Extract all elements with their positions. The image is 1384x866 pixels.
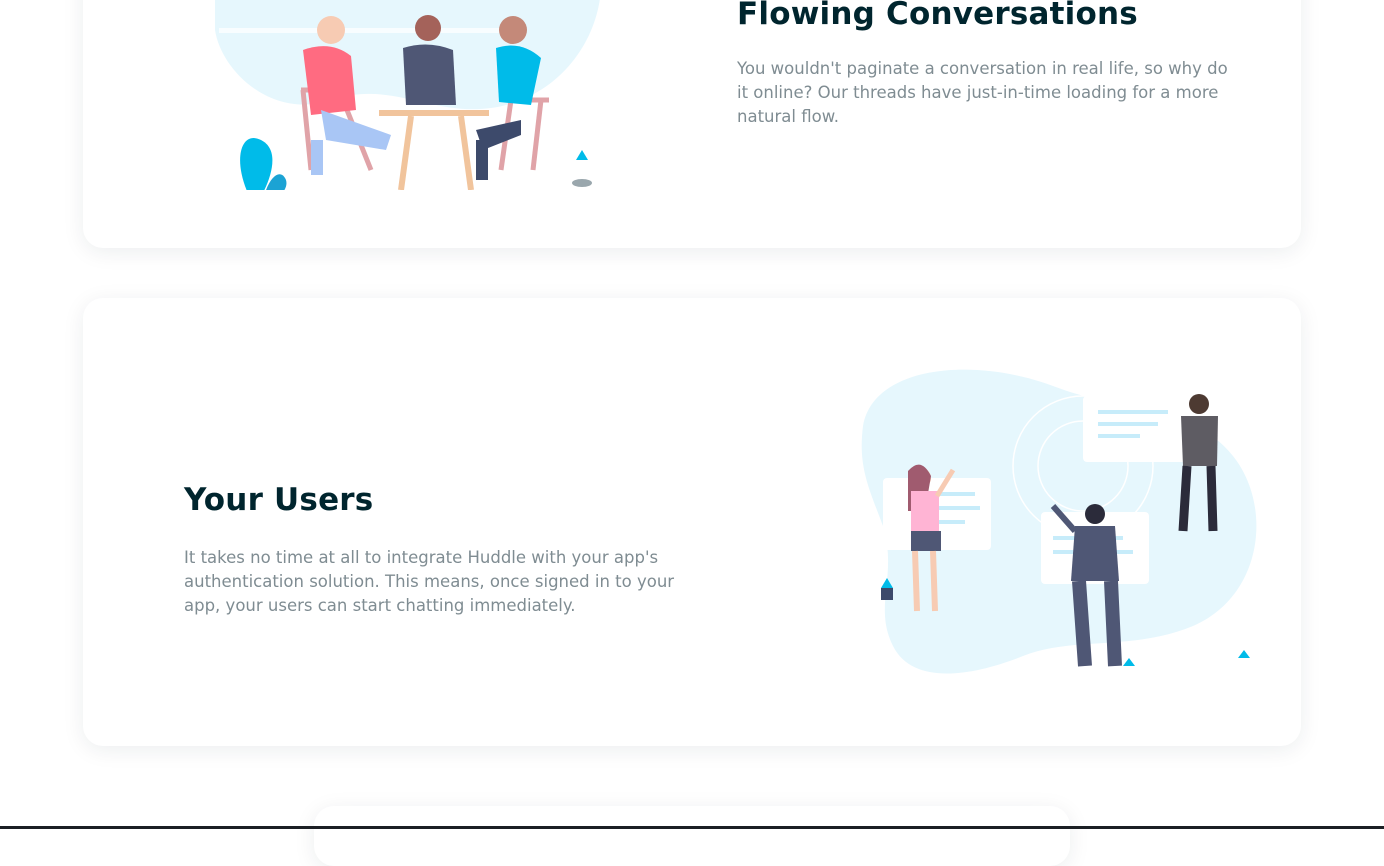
feature-card-next [314, 806, 1070, 866]
feature-title: Your Users [184, 482, 374, 518]
feature-card-your-users: Your Users It takes no time at all to in… [83, 298, 1301, 746]
feature-title: Flowing Conversations [737, 0, 1138, 32]
feature-description: It takes no time at all to integrate Hud… [184, 548, 675, 615]
people-with-chat-bubbles-illustration [861, 369, 1257, 674]
people-at-table-illustration [215, 0, 600, 190]
feature-description: You wouldn't paginate a conversation in … [737, 59, 1228, 126]
feature-card-flowing-conversations: Flowing Conversations You wouldn't pagin… [83, 0, 1301, 248]
